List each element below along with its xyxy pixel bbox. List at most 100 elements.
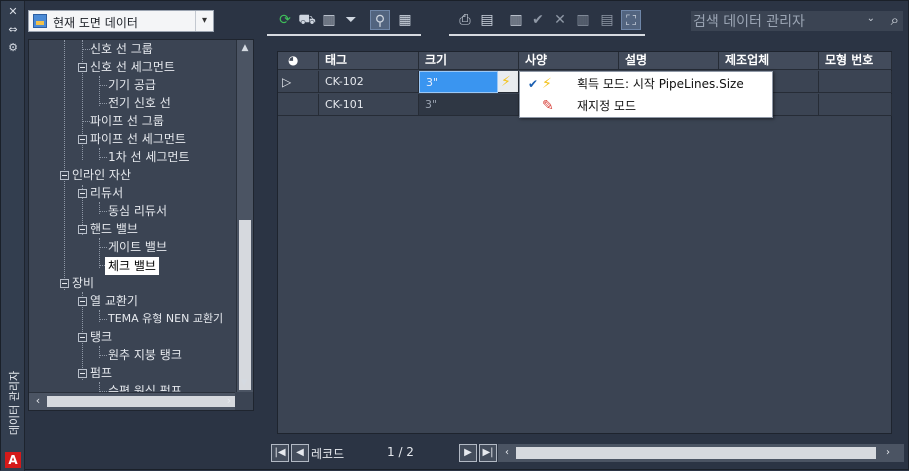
menu-item-acquire-mode[interactable]: ✔ ⚡ 획득 모드: 시작 PipeLines.Size (520, 73, 772, 95)
row-marker (278, 94, 319, 116)
row-marker-icon: ▷ (278, 71, 319, 93)
tree-item[interactable]: 1차 선 세그먼트 (108, 148, 190, 166)
menu-item-override-mode[interactable]: ✎ 재지정 모드 (520, 95, 772, 117)
chevron-down-icon[interactable]: ▾ (195, 11, 213, 31)
class-tree: 신호 선 그룹 신호 선 세그먼트 기기 공급 전기 신호 선 파이프 선 그룹… (29, 40, 237, 410)
close-icon[interactable]: ✕ (5, 5, 21, 19)
tree-item[interactable]: 펌프 (90, 364, 112, 382)
tag-cell[interactable]: CK-102 (319, 71, 419, 93)
collapse-toggle-icon[interactable] (78, 135, 87, 144)
collapse-toggle-icon[interactable] (60, 171, 69, 180)
data-manager-window: ✕ ⇔ ⚙ 데이터 관리자 A 현재 도면 데이터 ▾ 신호 선 그룹 신호 선… (0, 0, 909, 471)
column-header[interactable]: 설명 (619, 52, 719, 70)
accept-icon[interactable]: ✔ (528, 10, 548, 30)
tree-item[interactable]: 전기 신호 선 (108, 94, 171, 112)
tree-item[interactable]: 열 교환기 (90, 292, 138, 310)
tree-item[interactable]: 장비 (72, 274, 94, 292)
size-mode-menu: ✔ ⚡ 획득 모드: 시작 PipeLines.Size ✎ 재지정 모드 (519, 71, 773, 118)
column-header[interactable]: 사양 (519, 52, 619, 70)
tree-item[interactable]: 기기 공급 (108, 76, 156, 94)
tree-vertical-scrollbar[interactable]: ▲ (236, 40, 253, 392)
source-dropdown[interactable]: 현재 도면 데이터 ▾ (28, 10, 214, 32)
collapse-toggle-icon[interactable] (78, 369, 87, 378)
scroll-down-icon[interactable]: ▼ (236, 375, 252, 391)
record-label: 레코드 (311, 447, 345, 461)
tree-item[interactable]: 탱크 (90, 328, 112, 346)
grid-horizontal-scrollbar[interactable]: ‹ › (498, 444, 904, 462)
lightning-icon: ⚡ (542, 76, 552, 92)
previous-record-icon[interactable]: ◀ (291, 444, 309, 462)
size-cell[interactable]: 3" (419, 94, 519, 116)
toolbar-divider (267, 34, 421, 36)
zoom-to-icon[interactable]: ⛟ (297, 10, 317, 30)
lasso-icon[interactable]: ⛶ (621, 10, 641, 30)
toolbar-group-edit: ⎙ ▤ ▥ ✔ ✕ ▥ ▤ ⛶ (451, 10, 651, 32)
filter-icon[interactable]: ⏷ (341, 10, 361, 30)
tree-item[interactable]: 신호 선 그룹 (90, 40, 153, 58)
record-position: 1 / 2 (387, 445, 414, 459)
grid-header: ◕ 태그 크기 사양 설명 제조업체 모형 번호 (278, 52, 892, 70)
tag-cell[interactable]: CK-101 (319, 94, 419, 116)
pencil-icon: ✎ (542, 98, 554, 114)
pin-icon[interactable]: ⇔ (5, 23, 21, 37)
tree-item[interactable]: 신호 선 세그먼트 (90, 58, 175, 76)
tree-item[interactable]: 동심 리듀서 (108, 202, 167, 220)
tree-item[interactable]: 게이트 밸브 (108, 238, 167, 256)
column-header[interactable]: 크기 (419, 52, 519, 70)
hide-columns-icon[interactable]: ▤ (597, 10, 617, 30)
export-icon[interactable]: ▤ (477, 10, 497, 30)
collapse-toggle-icon[interactable] (78, 63, 87, 72)
tree-horizontal-scrollbar[interactable]: ‹ › (29, 392, 253, 410)
collapse-toggle-icon[interactable] (78, 297, 87, 306)
tree-item[interactable]: 원추 지붕 탱크 (108, 346, 182, 364)
refresh-icon[interactable]: ⟳ (275, 10, 295, 30)
columns-icon[interactable]: ▥ (573, 10, 593, 30)
collapse-toggle-icon[interactable] (78, 189, 87, 198)
import-icon[interactable]: ▥ (506, 10, 526, 30)
scroll-thumb[interactable] (47, 396, 235, 407)
size-cell-editor[interactable]: 3" (419, 71, 498, 93)
collapse-toggle-icon[interactable] (78, 225, 87, 234)
drawing-data-icon (33, 14, 47, 28)
size-mode-button[interactable]: ⚡ (498, 71, 519, 93)
model-number-cell[interactable] (819, 71, 892, 93)
scroll-right-icon[interactable]: › (880, 444, 896, 462)
model-number-cell[interactable] (819, 94, 892, 116)
scroll-left-icon[interactable]: ‹ (499, 444, 515, 462)
settings-icon[interactable]: ⚙ (5, 41, 21, 55)
search-icon[interactable]: ⌕ (891, 11, 899, 29)
tree-item[interactable]: TEMA 유형 NEN 교환기 (108, 310, 223, 328)
check-icon: ✔ (528, 77, 539, 91)
toolbar-group-view: ⟳ ⛟ ▥ ⏷ ⚲ ▦ (271, 10, 421, 32)
column-header[interactable]: 제조업체 (719, 52, 819, 70)
search-input[interactable]: 검색 데이터 관리자 (693, 11, 805, 31)
column-header[interactable]: 모형 번호 (819, 52, 892, 70)
column-filter-icon[interactable]: ▥ (319, 10, 339, 30)
scroll-up-icon[interactable]: ▲ (237, 40, 253, 56)
tree-item[interactable]: 리듀서 (90, 184, 123, 202)
class-tree-panel: 신호 선 그룹 신호 선 세그먼트 기기 공급 전기 신호 선 파이프 선 그룹… (28, 39, 254, 411)
source-dropdown-value: 현재 도면 데이터 (53, 16, 138, 30)
collapse-toggle-icon[interactable] (60, 279, 69, 288)
column-header[interactable]: 태그 (319, 52, 419, 70)
print-icon[interactable]: ⎙ (455, 10, 475, 30)
scroll-left-icon[interactable]: ‹ (30, 393, 46, 409)
last-record-icon[interactable]: ▶| (479, 444, 497, 462)
next-record-icon[interactable]: ▶ (459, 444, 477, 462)
scroll-thumb[interactable] (516, 447, 876, 459)
tree-item[interactable]: 인라인 자산 (72, 166, 131, 184)
tree-item[interactable]: 파이프 선 세그먼트 (90, 130, 186, 148)
chevron-down-icon[interactable]: ⌄ (867, 13, 875, 24)
search-icon[interactable]: ⚲ (370, 10, 390, 30)
search-field[interactable]: 검색 데이터 관리자 ⌄ ⌕ (691, 11, 903, 31)
highlight-icon[interactable]: ▦ (395, 10, 415, 30)
scroll-thumb[interactable] (239, 220, 251, 390)
tree-item[interactable]: 파이프 선 그룹 (90, 112, 164, 130)
collapse-toggle-icon[interactable] (78, 333, 87, 342)
row-select-header-icon[interactable]: ◕ (278, 52, 319, 70)
tree-item[interactable]: 핸드 밸브 (90, 220, 138, 238)
autocad-logo-icon: A (5, 452, 21, 468)
first-record-icon[interactable]: |◀ (271, 444, 289, 462)
tree-item-selected[interactable]: 체크 밸브 (105, 257, 159, 275)
reject-icon[interactable]: ✕ (550, 10, 570, 30)
